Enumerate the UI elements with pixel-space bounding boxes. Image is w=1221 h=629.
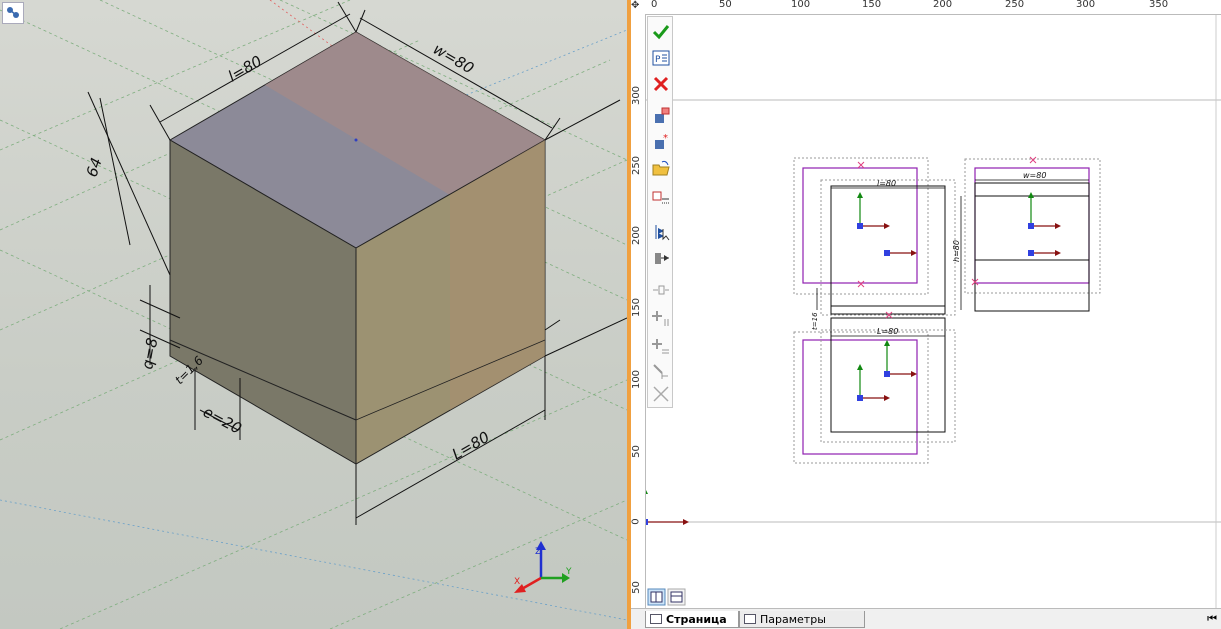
leader-icon[interactable] [650, 361, 672, 383]
model-3d-canvas: l=80 w=80 64 q=8 t=1,6 e=20 L=80 Z X Y [0, 0, 627, 629]
ruler-h-tick: 200 [933, 0, 953, 10]
params-icon [744, 614, 756, 624]
drawing-viewport[interactable]: l=80 w=80 h=80 t=16 L=80 ✥ 0 50 100 150 … [631, 0, 1221, 629]
triad-z-label: Z [535, 547, 541, 557]
triad-y-label: Y [565, 567, 572, 577]
new-view-icon[interactable] [650, 105, 672, 127]
sheet-dim-w: w=80 [1023, 171, 1046, 180]
ruler-v-tick: 150 [631, 297, 643, 318]
ruler-v-tick: 250 [631, 155, 643, 176]
drawing-canvas: l=80 w=80 h=80 t=16 L=80 [642, 14, 1221, 608]
first-page-icon[interactable]: ⏮ [1207, 612, 1217, 626]
delete-cross-icon[interactable] [650, 383, 672, 405]
ruler-v-tick: 50 [631, 581, 642, 594]
view-orientation-icon[interactable] [2, 2, 24, 24]
model-3d-viewport[interactable]: l=80 w=80 64 q=8 t=1,6 e=20 L=80 Z X Y [0, 0, 627, 629]
bottom-view[interactable] [793, 317, 956, 464]
new-view-star-icon[interactable]: * [650, 131, 672, 153]
front-view[interactable] [793, 157, 956, 316]
triad-x-label: X [514, 577, 520, 587]
ruler-h-tick: 350 [1149, 0, 1169, 10]
tab-page-1[interactable]: Страница 1 [645, 611, 739, 628]
view-origin-markers [642, 156, 1061, 525]
ruler-h-tick: 250 [1005, 0, 1025, 10]
ok-icon[interactable] [650, 21, 672, 43]
view-toolbar: P * [647, 16, 673, 408]
ruler-h-tick: 0 [651, 0, 658, 10]
page-icon [650, 614, 662, 624]
svg-text:*: * [663, 133, 668, 144]
dim-e-label: e=20 [200, 403, 245, 438]
sheet-dim-L: L=80 [877, 327, 898, 336]
sheet-tabs-bar: Страница 1 Параметры модели ⏮ [631, 608, 1221, 629]
add-parallel-icon[interactable] [650, 307, 672, 329]
dim-h-label: 64 [83, 156, 106, 180]
ruler-v-tick: 50 [631, 445, 642, 458]
ruler-h-tick: 100 [791, 0, 811, 10]
sheet-dim-t: t=16 [811, 312, 819, 330]
add-perpendicular-icon[interactable] [650, 335, 672, 357]
section-view-icon[interactable] [650, 247, 672, 269]
tab-model-params[interactable]: Параметры модели [739, 611, 865, 628]
ruler-v-tick: 100 [631, 369, 643, 390]
right-view[interactable] [964, 158, 1101, 312]
ruler-v-tick: 200 [631, 225, 643, 246]
tab-page-1-label: Страница 1 [666, 613, 727, 626]
svg-text:P: P [655, 55, 661, 65]
ruler-h-tick: 50 [719, 0, 732, 10]
properties-icon[interactable]: P [650, 47, 672, 69]
symmetry-view-icon[interactable] [650, 221, 672, 243]
detail-view-icon[interactable] [650, 279, 672, 301]
open-view-icon[interactable] [650, 157, 672, 179]
tab-model-params-label: Параметры модели [760, 613, 826, 626]
projection-view-icon[interactable] [650, 187, 672, 209]
axis-triad: Z X Y [514, 541, 572, 593]
dim-L-label: L=80 [449, 428, 493, 464]
ruler-v-tick: 300 [631, 85, 643, 106]
ruler-vertical: 300 250 200 150 100 50 0 50 [631, 14, 646, 608]
sheet-dim-l: l=80 [877, 179, 896, 188]
ruler-h-tick: 150 [862, 0, 882, 10]
page-layout-buttons [647, 588, 687, 606]
dim-l-label: l=80 [225, 52, 265, 86]
ruler-horizontal: ✥ 0 50 100 150 200 250 300 350 [631, 0, 1221, 15]
ruler-h-tick: 300 [1076, 0, 1096, 10]
ruler-origin-icon[interactable]: ✥ [631, 0, 639, 11]
dim-q-label: q=8 [138, 336, 161, 370]
sheet-dim-h: h=80 [952, 240, 961, 262]
ruler-v-tick: 0 [631, 518, 642, 525]
cancel-icon[interactable] [650, 73, 672, 95]
